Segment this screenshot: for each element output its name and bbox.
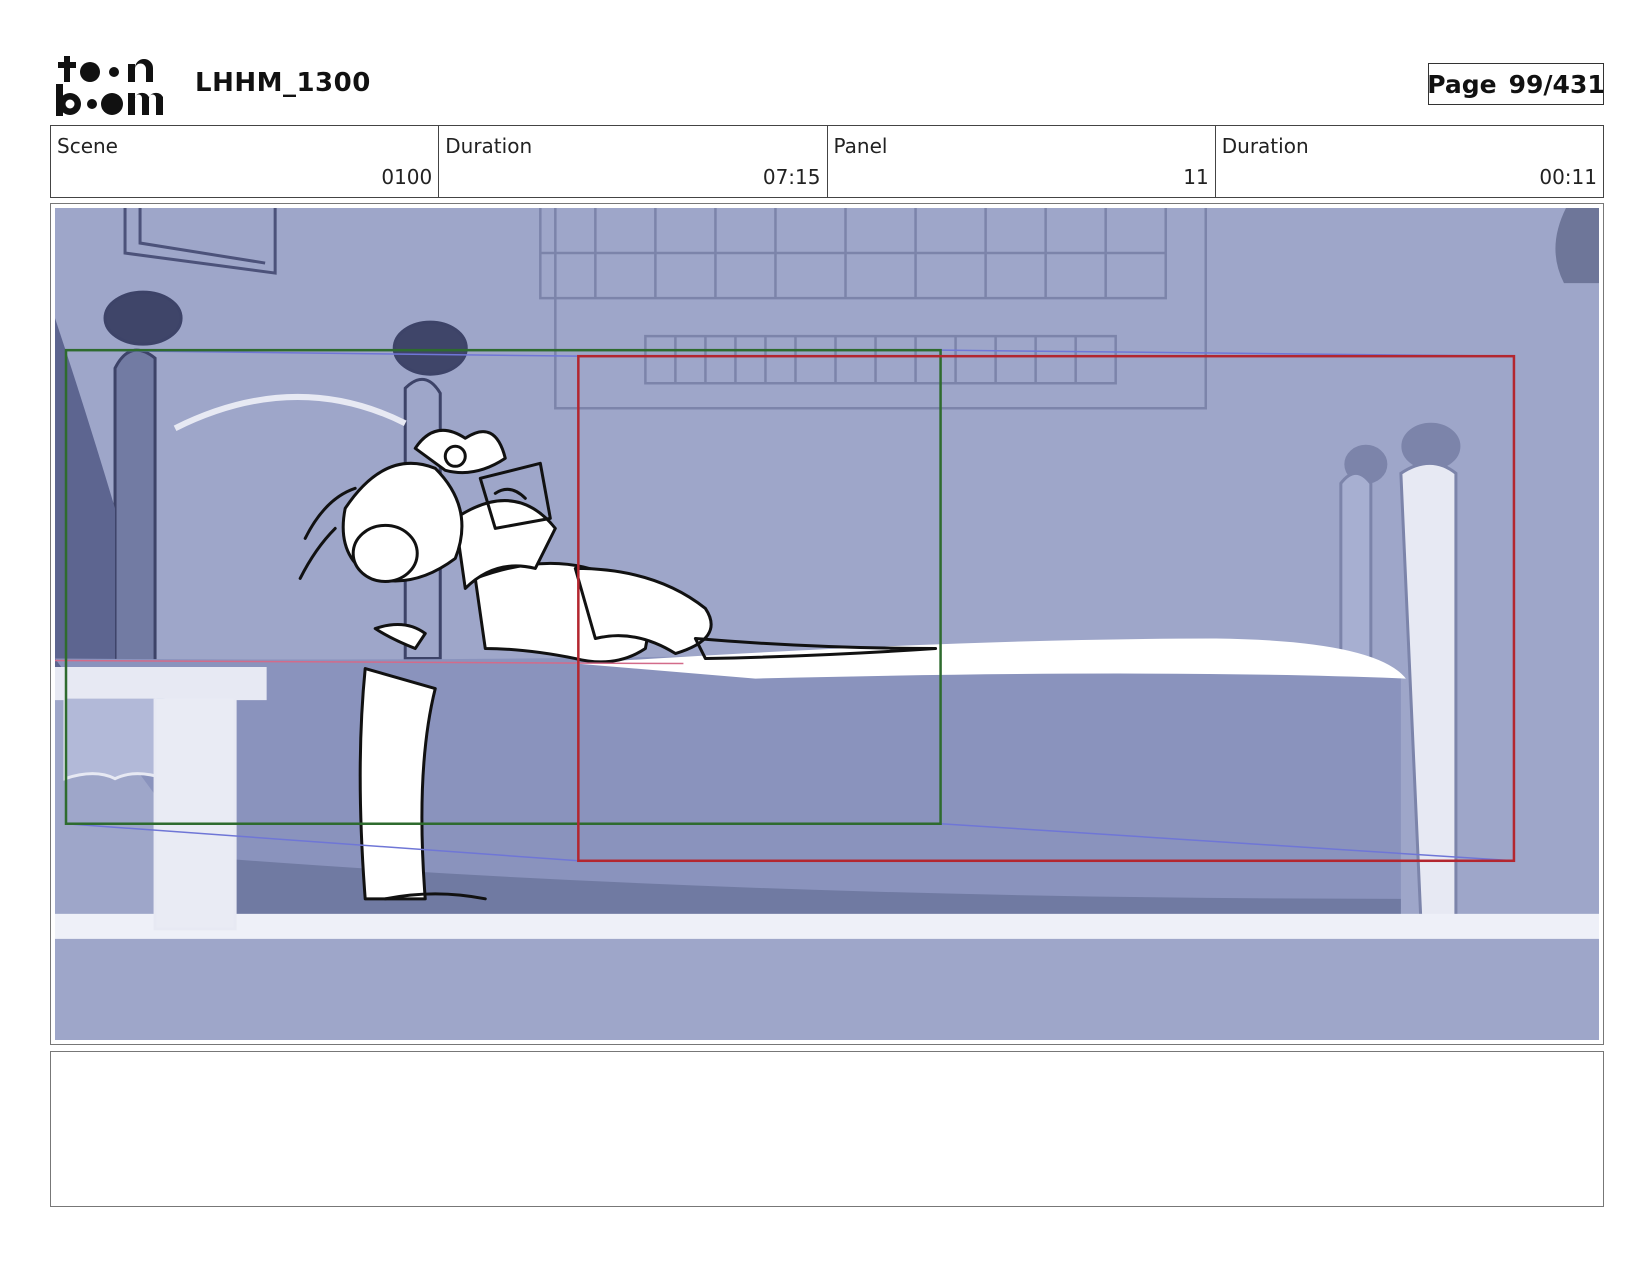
floor [55,938,1599,1040]
floor-highlight [55,913,1599,940]
page-number: 99/431 [1508,69,1605,99]
scene-duration-value: 07:15 [762,165,821,189]
panel-value: 11 [1183,165,1209,189]
panel-label: Panel [833,134,888,158]
panel-drawing [55,208,1599,1040]
scene-cell: Scene 0100 [51,126,440,197]
scene-value: 0100 [381,165,433,189]
scene-label: Scene [57,134,118,158]
scene-duration-label: Duration [445,134,533,158]
panel-duration-value: 00:11 [1539,165,1597,189]
panel-duration-label: Duration [1221,134,1309,158]
storyboard-panel [50,203,1604,1045]
page-label: Page [1427,69,1497,99]
panel-duration-cell: Duration 00:11 [1216,126,1603,197]
wall-lamp [1555,208,1599,284]
project-title: LHHM_1300 [195,68,371,98]
toon-boom-logo [56,56,163,116]
panel-notes-box [50,1051,1604,1207]
storyboard-info-table: Scene 0100 Duration 07:15 Panel 11 Durat… [50,125,1604,198]
page-indicator: Page 99/431 [1427,63,1605,105]
panel-cell: Panel 11 [828,126,1216,197]
scene-duration-cell: Duration 07:15 [439,126,828,197]
